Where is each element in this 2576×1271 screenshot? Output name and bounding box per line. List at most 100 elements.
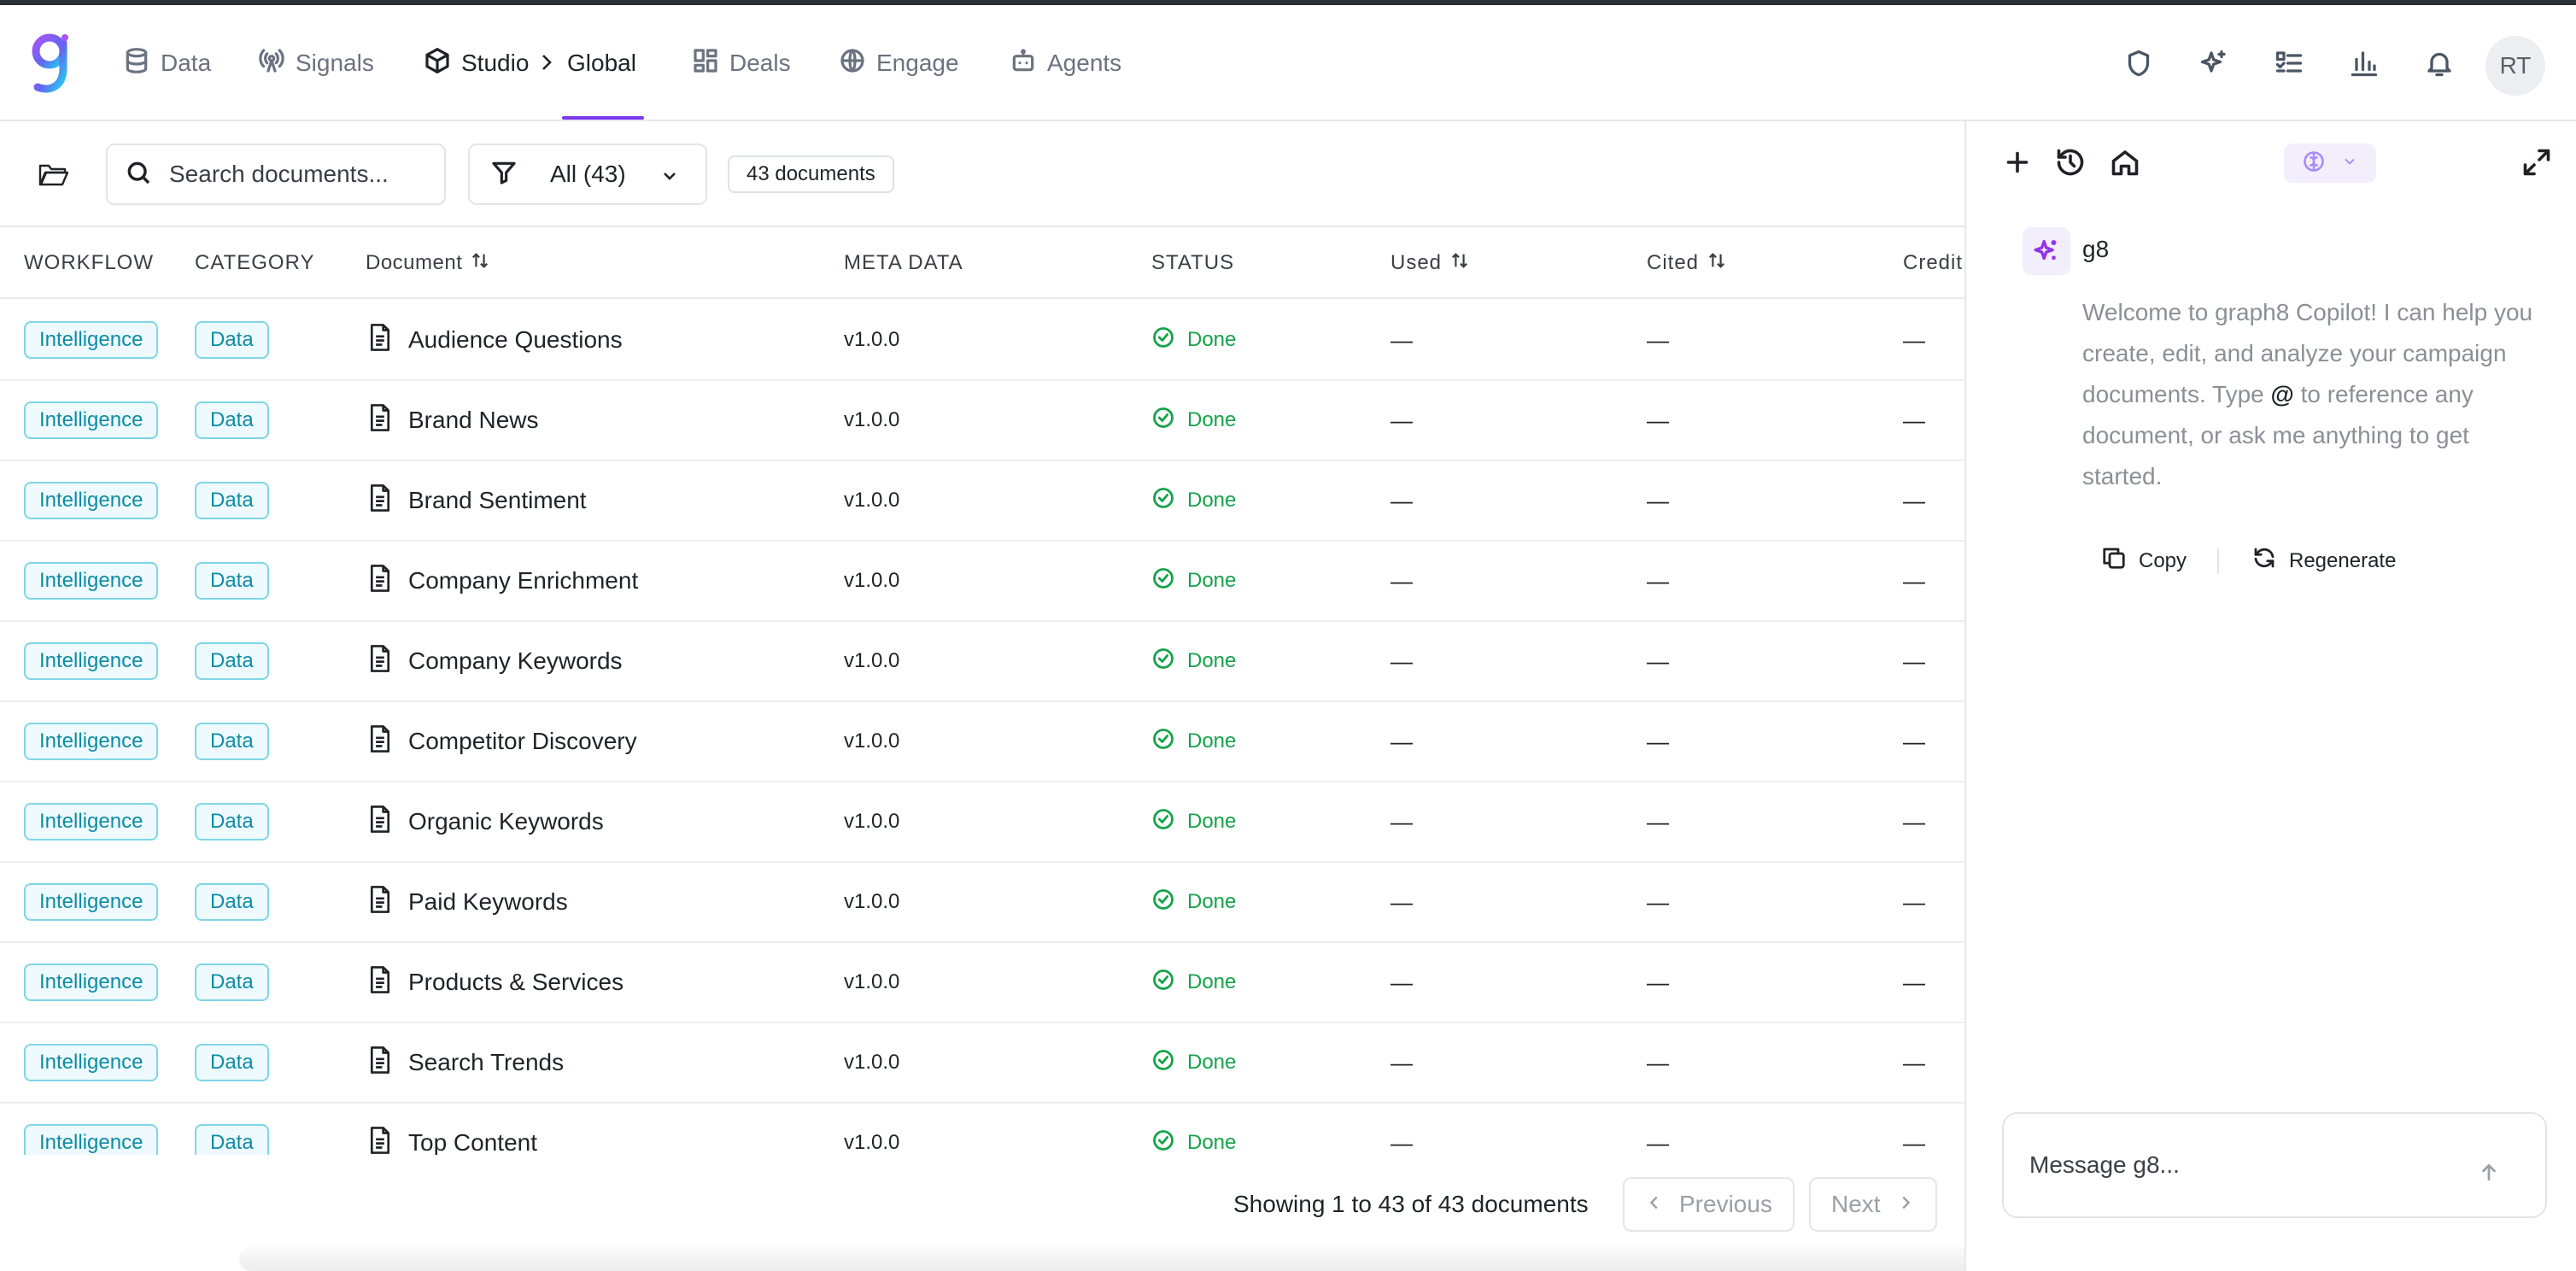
document-name[interactable]: Paid Keywords: [408, 888, 568, 916]
category-badge[interactable]: Data: [195, 803, 269, 840]
document-name[interactable]: Search Trends: [408, 1049, 564, 1076]
document-name[interactable]: Top Content: [408, 1129, 537, 1155]
header-used[interactable]: Used: [1390, 227, 1469, 299]
document-cell[interactable]: Audience Questions: [367, 301, 623, 379]
bar-chart-icon[interactable]: [2349, 48, 2380, 79]
workflow-badge[interactable]: Intelligence: [24, 482, 159, 519]
new-chat-plus-icon[interactable]: [2002, 147, 2033, 178]
table-row[interactable]: Intelligence Data Search Trends v1.0.0 Done —…: [0, 1023, 1964, 1104]
nav-studio[interactable]: Studio: [424, 5, 529, 121]
history-icon[interactable]: [2055, 147, 2086, 178]
workflow-badge[interactable]: Intelligence: [24, 883, 159, 921]
header-document[interactable]: Document: [366, 227, 489, 299]
document-cell[interactable]: Brand News: [367, 381, 539, 460]
header-workflow[interactable]: WORKFLOW: [24, 227, 154, 299]
table-row[interactable]: Intelligence Data Paid Keywords v1.0.0 Done —…: [0, 863, 1964, 943]
folder-open-icon[interactable]: [38, 161, 69, 188]
expand-icon[interactable]: [2521, 147, 2552, 178]
nav-engage[interactable]: Engage: [839, 5, 959, 121]
workflow-badge[interactable]: Intelligence: [24, 1124, 159, 1155]
document-cell[interactable]: Products & Services: [367, 943, 624, 1022]
workflow-badge[interactable]: Intelligence: [24, 562, 159, 600]
document-icon: [367, 644, 393, 679]
document-name[interactable]: Organic Keywords: [408, 808, 604, 835]
search-input[interactable]: [169, 161, 425, 188]
workflow-badge[interactable]: Intelligence: [24, 803, 159, 840]
category-badge[interactable]: Data: [195, 723, 269, 760]
table-row[interactable]: Intelligence Data Audience Questions v1.0.0…: [0, 301, 1964, 381]
document-cell[interactable]: Paid Keywords: [367, 863, 568, 941]
document-cell[interactable]: Company Enrichment: [367, 542, 638, 620]
bell-icon[interactable]: [2424, 48, 2455, 79]
document-name[interactable]: Brand Sentiment: [408, 487, 587, 514]
category-badge[interactable]: Data: [195, 1124, 269, 1155]
category-cell: Data: [195, 622, 269, 700]
workflow-badge[interactable]: Intelligence: [24, 321, 159, 359]
nav-data[interactable]: Data: [123, 5, 211, 121]
header-credit[interactable]: Credit: [1903, 227, 1963, 299]
table-row[interactable]: Intelligence Data Company Keywords v1.0.0 Do…: [0, 622, 1964, 702]
document-name[interactable]: Company Enrichment: [408, 567, 638, 594]
model-selector[interactable]: [2284, 144, 2376, 183]
regenerate-button[interactable]: Regenerate: [2251, 545, 2396, 577]
action-divider: [2217, 548, 2219, 574]
document-name[interactable]: Brand News: [408, 407, 539, 434]
document-cell[interactable]: Search Trends: [367, 1023, 564, 1102]
category-badge[interactable]: Data: [195, 883, 269, 921]
table-row[interactable]: Intelligence Data Products & Services v1.0.…: [0, 943, 1964, 1023]
category-badge[interactable]: Data: [195, 964, 269, 1001]
filter-dropdown[interactable]: All (43): [468, 144, 707, 205]
document-name[interactable]: Products & Services: [408, 969, 624, 996]
message-input[interactable]: [2029, 1151, 2456, 1186]
table-row[interactable]: Intelligence Data Brand Sentiment v1.0.0 Don…: [0, 461, 1964, 542]
document-cell[interactable]: Brand Sentiment: [367, 461, 587, 540]
category-cell: Data: [195, 381, 269, 460]
table-row[interactable]: Intelligence Data Competitor Discovery v1.0…: [0, 702, 1964, 782]
sparkles-icon[interactable]: [2198, 48, 2229, 79]
nav-deals-label: Deals: [729, 50, 791, 76]
header-status[interactable]: STATUS: [1151, 227, 1234, 299]
nav-deals[interactable]: Deals: [692, 5, 791, 121]
category-badge[interactable]: Data: [195, 321, 269, 359]
category-badge[interactable]: Data: [195, 562, 269, 600]
workflow-badge[interactable]: Intelligence: [24, 1044, 159, 1081]
header-cited[interactable]: Cited: [1647, 227, 1726, 299]
header-meta-data[interactable]: META DATA: [844, 227, 963, 299]
document-name[interactable]: Company Keywords: [408, 647, 623, 675]
document-cell[interactable]: Competitor Discovery: [367, 702, 637, 781]
table-row[interactable]: Intelligence Data Top Content v1.0.0 Done — — —: [0, 1104, 1964, 1155]
workflow-badge[interactable]: Intelligence: [24, 401, 159, 439]
table-row[interactable]: Intelligence Data Company Enrichment v1.0.0…: [0, 542, 1964, 622]
category-cell: Data: [195, 1104, 269, 1155]
category-badge[interactable]: Data: [195, 482, 269, 519]
send-button[interactable]: [2474, 1158, 2504, 1189]
user-avatar[interactable]: RT: [2485, 36, 2545, 96]
previous-page-button[interactable]: Previous: [1623, 1177, 1794, 1232]
workflow-badge[interactable]: Intelligence: [24, 642, 159, 680]
checklist-icon[interactable]: [2274, 48, 2304, 79]
copy-button[interactable]: Copy: [2101, 545, 2187, 577]
table-row[interactable]: Intelligence Data Brand News v1.0.0 Done — — —: [0, 381, 1964, 461]
document-name[interactable]: Audience Questions: [408, 326, 623, 354]
table-row[interactable]: Intelligence Data Organic Keywords v1.0.0 Do…: [0, 782, 1964, 863]
nav-agents[interactable]: Agents: [1010, 5, 1121, 121]
shield-icon[interactable]: [2123, 48, 2154, 79]
next-page-button[interactable]: Next: [1809, 1177, 1937, 1232]
document-cell[interactable]: Company Keywords: [367, 622, 623, 700]
home-icon[interactable]: [2110, 147, 2140, 178]
graph8-logo[interactable]: [26, 31, 73, 99]
nav-signals[interactable]: Signals: [258, 5, 374, 121]
check-circle-icon: [1151, 887, 1175, 917]
nav-global[interactable]: Global: [567, 5, 636, 121]
document-name[interactable]: Competitor Discovery: [408, 728, 637, 755]
document-cell[interactable]: Organic Keywords: [367, 782, 604, 861]
credit-cell: —: [1903, 487, 1925, 513]
status-label: Done: [1187, 810, 1237, 833]
workflow-badge[interactable]: Intelligence: [24, 723, 159, 760]
workflow-badge[interactable]: Intelligence: [24, 964, 159, 1001]
category-badge[interactable]: Data: [195, 642, 269, 680]
category-badge[interactable]: Data: [195, 1044, 269, 1081]
document-cell[interactable]: Top Content: [367, 1104, 537, 1155]
header-category[interactable]: CATEGORY: [195, 227, 314, 299]
category-badge[interactable]: Data: [195, 401, 269, 439]
